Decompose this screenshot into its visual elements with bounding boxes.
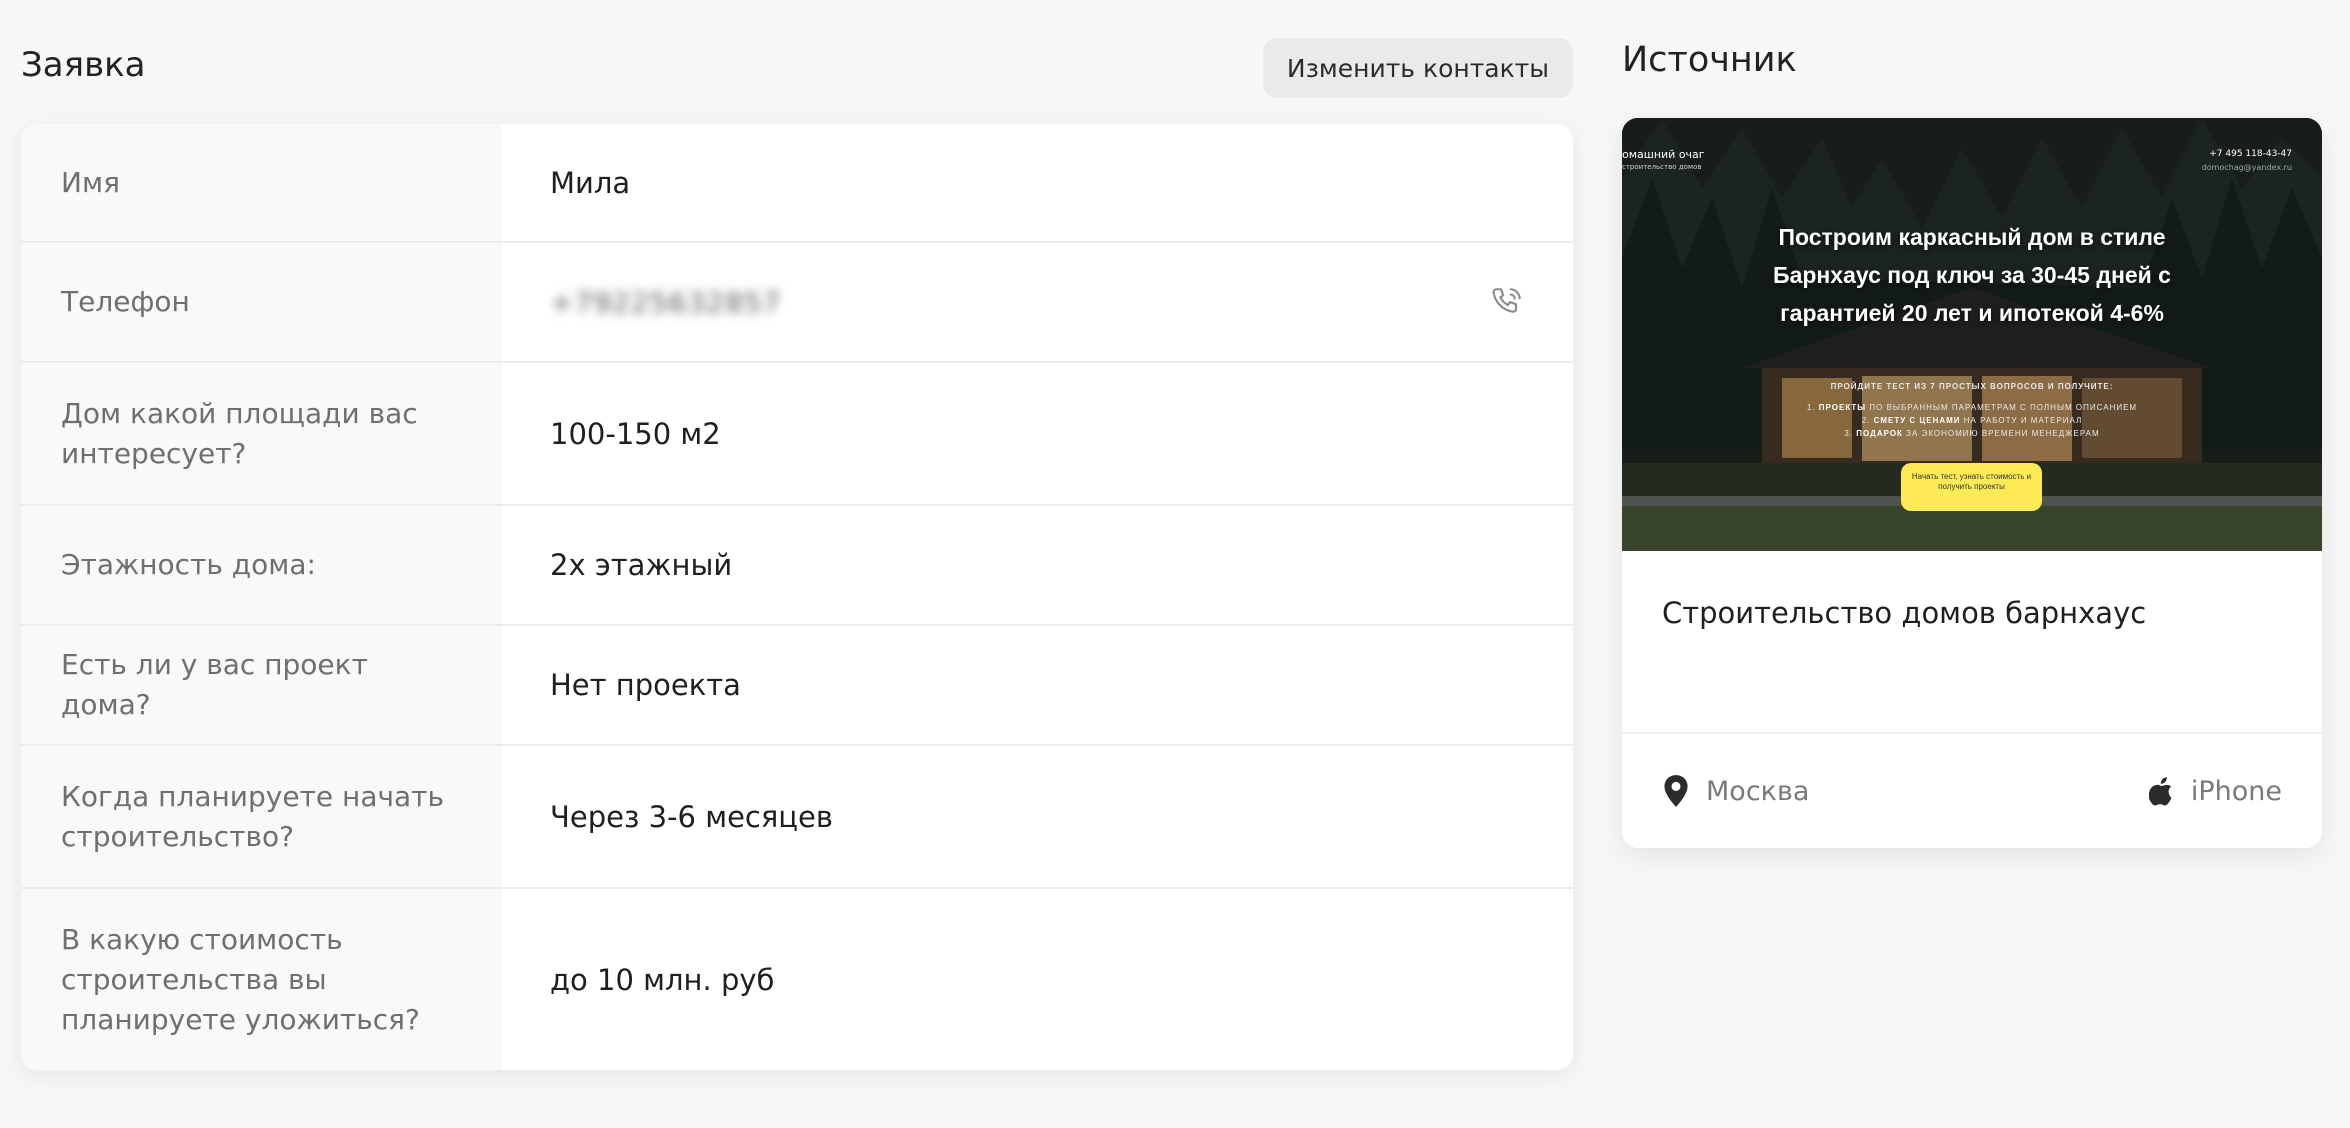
preview-cta-button[interactable]: Начать тест, узнать стоимость и получить… [1901,463,2042,511]
phone-value-blurred: +79225632857 [550,285,782,319]
field-value: Мила [550,165,631,200]
application-header: Заявка Изменить контакты [21,0,1573,124]
form-row-start: Когда планируете начать строительство? Ч… [21,746,1573,889]
preview-phone: +7 495 118-43-47 [2209,149,2292,159]
field-label: Дом какой площади вас интересует? [21,363,502,504]
preview-logo-sub: строительство домов [1622,163,1702,171]
preview-offer-list: ПРОЙДИТЕ ТЕСТ ИЗ 7 ПРОСТЫХ ВОПРОСОВ И ПО… [1772,380,2172,440]
preview-contacts: +7 495 118-43-47 domochag@yandex.ru [2202,148,2292,174]
form-row-area: Дом какой площади вас интересует? 100-15… [21,363,1573,506]
form-row-project: Есть ли у вас проект дома? Нет проекта [21,626,1573,746]
preview-logo: омашний очаг строительство домов [1622,148,1705,174]
preview-offer-item: 2. СМЕТУ С ЦЕНАМИ НА РАБОТУ И МАТЕРИАЛ [1861,416,2083,425]
application-form: Имя Мила Телефон +79225632857 Дом какой … [21,124,1573,1070]
preview-headline: Построим каркасный дом в стиле Барнхаус … [1773,224,2171,326]
source-card[interactable]: омашний очаг строительство домов +7 495 … [1622,118,2322,848]
location-label: Москва [1706,775,1810,807]
preview-offer-item: 3. ПОДАРОК ЗА ЭКОНОМИЮ ВРЕМЕНИ МЕНЕДЖЕРА… [1844,429,2100,438]
field-value-phone: +79225632857 [502,243,1573,361]
form-row-name: Имя Мила [21,124,1573,243]
form-row-floors: Этажность дома: 2х этажный [21,506,1573,626]
field-value: 2х этажный [550,548,733,582]
field-value: Нет проекта [550,668,741,702]
device-label: iPhone [2190,775,2282,807]
field-label: В какую стоимость строительства вы плани… [21,889,502,1070]
phone-call-icon[interactable] [1489,284,1525,320]
preview-subhead: ПРОЙДИТЕ ТЕСТ ИЗ 7 ПРОСТЫХ ВОПРОСОВ И ПО… [1830,382,2114,391]
source-site-title[interactable]: Строительство домов барнхаус [1662,596,2146,630]
preview-offer-item: 1. ПРОЕКТЫ ПО ВЫБРАННЫМ ПАРАМЕТРАМ С ПОЛ… [1806,403,2138,412]
location-pin-icon [1664,775,1688,807]
landing-preview-image[interactable]: омашний очаг строительство домов +7 495 … [1622,118,2322,551]
field-value: Через 3-6 месяцев [550,799,833,834]
form-row-budget: В какую стоимость строительства вы плани… [21,889,1573,1070]
field-label: Этажность дома: [21,506,502,624]
application-title: Заявка [21,45,146,85]
application-panel: Заявка Изменить контакты Имя Мила Телефо… [21,0,1573,1070]
source-device: iPhone [2148,775,2282,807]
form-row-phone: Телефон +79225632857 [21,243,1573,363]
source-location: Москва [1662,774,1809,808]
field-label: Имя [21,124,502,241]
preview-logo-name: омашний очаг [1622,148,1705,161]
field-label: Есть ли у вас проект дома? [21,626,502,744]
field-value: до 10 млн. руб [550,962,775,997]
edit-contacts-button[interactable]: Изменить контакты [1262,38,1573,98]
field-value: 100-150 м2 [550,416,721,451]
source-meta: Москва iPhone [1622,734,2322,848]
preview-email: domochag@yandex.ru [2201,163,2292,172]
field-label: Телефон [21,243,502,361]
field-label: Когда планируете начать строительство? [21,746,502,887]
apple-icon [2148,777,2172,806]
source-title: Источник [1622,40,1797,80]
